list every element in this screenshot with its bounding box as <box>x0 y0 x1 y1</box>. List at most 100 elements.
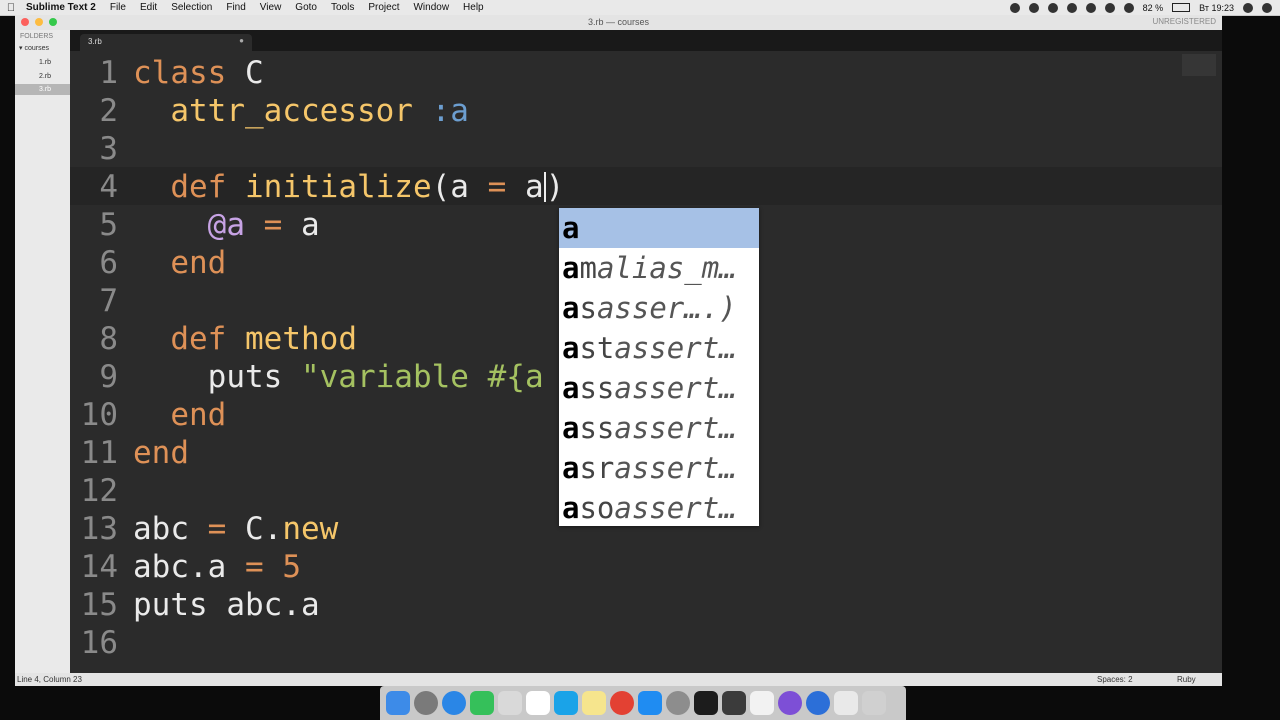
tab-dirty-dot-icon[interactable]: ● <box>239 36 244 45</box>
autocomplete-popup[interactable]: a amalias_m… asasser….) astassert… assas… <box>559 208 759 526</box>
sidebar: FOLDERS ▾ courses 1.rb 2.rb 3.rb <box>15 30 70 673</box>
completion-hint: assert… <box>614 451 737 485</box>
sidebar-folder-courses[interactable]: ▾ courses <box>19 43 70 54</box>
safari-icon[interactable] <box>442 691 466 715</box>
mail-icon[interactable] <box>498 691 522 715</box>
menu-selection[interactable]: Selection <box>164 2 219 13</box>
code-editor[interactable]: 1 2 3 4 5 6 7 8 9 10 11 12 13 14 15 16 c… <box>70 51 1222 673</box>
code-token: method <box>245 321 357 357</box>
menu-view[interactable]: View <box>253 2 289 13</box>
tab-bar: 3.rb ● <box>70 30 1222 51</box>
menu-project[interactable]: Project <box>361 2 406 13</box>
grid-app-icon[interactable] <box>750 691 774 715</box>
autocomplete-item[interactable]: assassert… <box>559 368 759 408</box>
code-line: @a = a <box>207 207 320 243</box>
menu-find[interactable]: Find <box>219 2 252 13</box>
code-line: def method <box>133 320 357 358</box>
completion-text: ss <box>579 371 615 405</box>
autocomplete-item[interactable]: amalias_m… <box>559 248 759 288</box>
line-number: 5 <box>99 207 118 243</box>
autocomplete-item[interactable]: asoassert… <box>559 488 759 526</box>
facetime-icon[interactable] <box>470 691 494 715</box>
chrome-icon[interactable] <box>610 691 634 715</box>
line-number: 10 <box>80 397 118 433</box>
menu-window[interactable]: Window <box>406 2 456 13</box>
search-icon[interactable] <box>1243 2 1253 13</box>
syntax-selector[interactable]: Ruby <box>1177 675 1196 684</box>
apple-icon[interactable]:  <box>0 2 22 14</box>
calendar-icon[interactable] <box>526 691 550 715</box>
line-number: 6 <box>99 245 118 281</box>
volume-icon[interactable] <box>1066 2 1077 13</box>
code-line: class C <box>133 55 264 91</box>
match-text: a <box>562 211 580 245</box>
code-token: end <box>133 435 189 471</box>
line-number: 7 <box>99 283 118 319</box>
skype-icon[interactable] <box>1028 2 1039 13</box>
terminal-icon[interactable] <box>694 691 718 715</box>
line-number: 4 <box>99 169 118 205</box>
code-line: abc.a = 5 <box>133 549 301 585</box>
indentation-setting[interactable]: Spaces: 2 <box>1097 675 1133 684</box>
completion-text: s <box>579 291 597 325</box>
line-number: 8 <box>99 321 118 357</box>
menu-tools[interactable]: Tools <box>324 2 361 13</box>
text-cursor <box>543 172 546 202</box>
sublime-text-icon[interactable] <box>722 691 746 715</box>
wifi-icon[interactable] <box>1104 2 1115 13</box>
battery-percent[interactable]: 82 % <box>1143 3 1164 13</box>
clock[interactable]: Вт 19:23 <box>1199 3 1234 13</box>
launchpad-icon[interactable] <box>414 691 438 715</box>
bluetooth-icon[interactable] <box>1085 2 1096 13</box>
flag-icon[interactable] <box>1123 2 1134 13</box>
line-number: 1 <box>99 55 118 91</box>
autocomplete-item[interactable]: a <box>559 208 759 248</box>
menu-edit[interactable]: Edit <box>133 2 164 13</box>
code-line: end <box>133 244 226 282</box>
window-preview-icon[interactable] <box>834 691 858 715</box>
menu-app-name[interactable]: Sublime Text 2 <box>22 2 103 13</box>
match-text: a <box>562 251 580 285</box>
autocomplete-item[interactable]: asrassert… <box>559 448 759 488</box>
autocomplete-item[interactable]: astassert… <box>559 328 759 368</box>
code-token: def <box>170 321 227 357</box>
notes-icon[interactable] <box>582 691 606 715</box>
autocomplete-item[interactable]: asasser….) <box>559 288 759 328</box>
match-text: a <box>562 371 580 405</box>
menu-file[interactable]: File <box>103 2 133 13</box>
quicktime-icon[interactable] <box>806 691 830 715</box>
finder-icon[interactable] <box>386 691 410 715</box>
completion-hint: assert… <box>614 331 737 365</box>
tab-label: 3.rb <box>88 37 102 46</box>
skype-dock-icon[interactable] <box>554 691 578 715</box>
record-icon[interactable] <box>1009 2 1020 13</box>
autocomplete-item[interactable]: assassert… <box>559 408 759 448</box>
minimap[interactable] <box>1182 54 1216 76</box>
match-text: a <box>562 491 580 525</box>
battery-icon[interactable] <box>1172 3 1191 12</box>
menu-help[interactable]: Help <box>456 2 491 13</box>
cloud-icon[interactable] <box>1047 2 1058 13</box>
sidebar-file-2rb[interactable]: 2.rb <box>15 71 70 82</box>
viber-icon[interactable] <box>778 691 802 715</box>
disclosure-triangle-icon[interactable]: ▾ <box>19 45 23 52</box>
menu-goto[interactable]: Goto <box>288 2 324 13</box>
cursor-position[interactable]: Line 4, Column 23 <box>17 675 82 684</box>
sidebar-file-1rb[interactable]: 1.rb <box>15 57 70 68</box>
sidebar-header: FOLDERS <box>20 33 54 40</box>
code-line: abc = C.new <box>133 511 339 547</box>
code-token: end <box>170 245 227 281</box>
status-menus: 82 % Вт 19:23 <box>1009 0 1272 15</box>
menu-bar:  Sublime Text 2 File Edit Selection Fin… <box>0 0 1280 16</box>
notification-list-icon[interactable] <box>1262 2 1272 13</box>
trash-icon[interactable] <box>862 691 886 715</box>
code-token: 5 <box>282 549 301 585</box>
sidebar-file-3rb[interactable]: 3.rb <box>15 84 70 95</box>
tab-3rb[interactable]: 3.rb ● <box>80 34 252 51</box>
app-store-icon[interactable] <box>638 691 662 715</box>
completion-hint: assert… <box>614 411 737 445</box>
line-number: 3 <box>99 131 118 167</box>
match-text: a <box>562 451 580 485</box>
system-preferences-icon[interactable] <box>666 691 690 715</box>
folder-label: courses <box>24 45 49 52</box>
